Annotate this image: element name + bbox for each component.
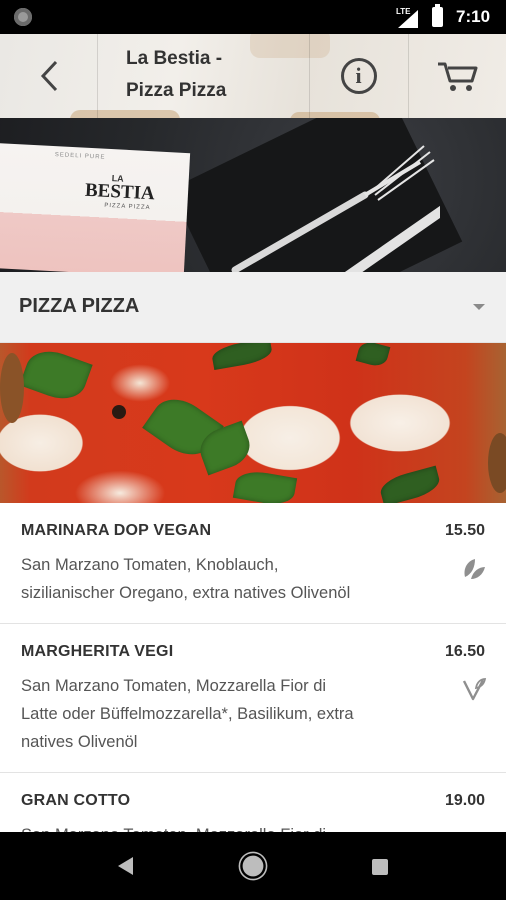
info-button[interactable]: i [309, 34, 409, 118]
menu-card-subtitle: PIZZA PIZZA [104, 202, 151, 212]
restaurant-hero-image: SEDELI PURE LA BESTIA PIZZA PIZZA [0, 118, 506, 272]
caret-down-icon [473, 304, 485, 310]
menu-item-price: 19.00 [444, 792, 485, 809]
system-navigation-bar [0, 832, 506, 900]
status-bar: LTE 7:10 [0, 0, 506, 34]
menu-item-description: San Marzano Tomaten, Knoblauch, sizilian… [21, 551, 441, 607]
menu-item[interactable]: GRAN COTTO 19.00 San Marzano Tomaten, Mo… [0, 773, 506, 832]
vegetarian-v-icon [462, 678, 487, 701]
menu-item-price: 16.50 [444, 643, 485, 660]
status-time: 7:10 [456, 7, 491, 26]
menu-item-description: San Marzano Tomaten, Mozzarella Fior di … [21, 672, 441, 756]
app-header: La Bestia - Pizza Pizza i [0, 34, 506, 118]
menu-item-name: GRAN COTTO [21, 792, 131, 809]
nav-recent-apps-icon[interactable] [372, 859, 388, 875]
menu-item[interactable]: MARGHERITA VEGI 16.50 San Marzano Tomate… [0, 624, 506, 772]
signal-icon [398, 10, 418, 28]
back-button[interactable] [0, 34, 98, 118]
cutlery-image [231, 145, 440, 272]
nav-home-icon[interactable] [242, 855, 264, 877]
category-pizza-image [0, 343, 506, 503]
menu-item-price: 15.50 [444, 522, 485, 539]
info-icon: i [340, 58, 377, 94]
cart-button[interactable] [408, 34, 506, 118]
menu-item-description-line: San Marzano Tomaten, Knoblauch, [21, 556, 279, 574]
menu-item-description-line: sizilianischer Oregano, extra natives Ol… [21, 584, 351, 602]
menu-item-description-line: San Marzano Tomaten, Mozzarella Fior di [21, 821, 441, 832]
menu-card-image: SEDELI PURE LA BESTIA PIZZA PIZZA [0, 142, 191, 272]
menu-item-description-line: San Marzano Tomaten, Mozzarella Fior di [21, 677, 327, 695]
battery-icon [432, 4, 443, 27]
cart-icon [438, 62, 478, 91]
header-title: La Bestia - Pizza Pizza [97, 34, 310, 118]
header-title-line1: La Bestia - [126, 48, 223, 69]
menu-item-description-line: Latte oder Büffelmozzarella*, Basilikum,… [21, 705, 354, 723]
header-title-line2: Pizza Pizza [126, 80, 227, 101]
menu-item-name: MARGHERITA VEGI [21, 643, 174, 660]
menu-item-description: San Marzano Tomaten, Mozzarella Fior di [21, 821, 441, 832]
menu-card-tagline: SEDELI PURE [54, 152, 106, 161]
nav-back-icon[interactable] [118, 857, 133, 875]
notification-icon [14, 8, 32, 26]
menu-card-brand: BESTIA [84, 179, 156, 205]
category-dropdown[interactable]: PIZZA PIZZA [0, 272, 506, 343]
category-name: PIZZA PIZZA [19, 295, 140, 317]
menu-item[interactable]: MARINARA DOP VEGAN 15.50 San Marzano Tom… [0, 503, 506, 623]
menu-item-name: MARINARA DOP VEGAN [21, 522, 212, 539]
chevron-left-icon [40, 60, 57, 92]
vegan-leaf-icon [464, 559, 485, 579]
menu-item-description-line: natives Olivenöl [21, 733, 138, 751]
